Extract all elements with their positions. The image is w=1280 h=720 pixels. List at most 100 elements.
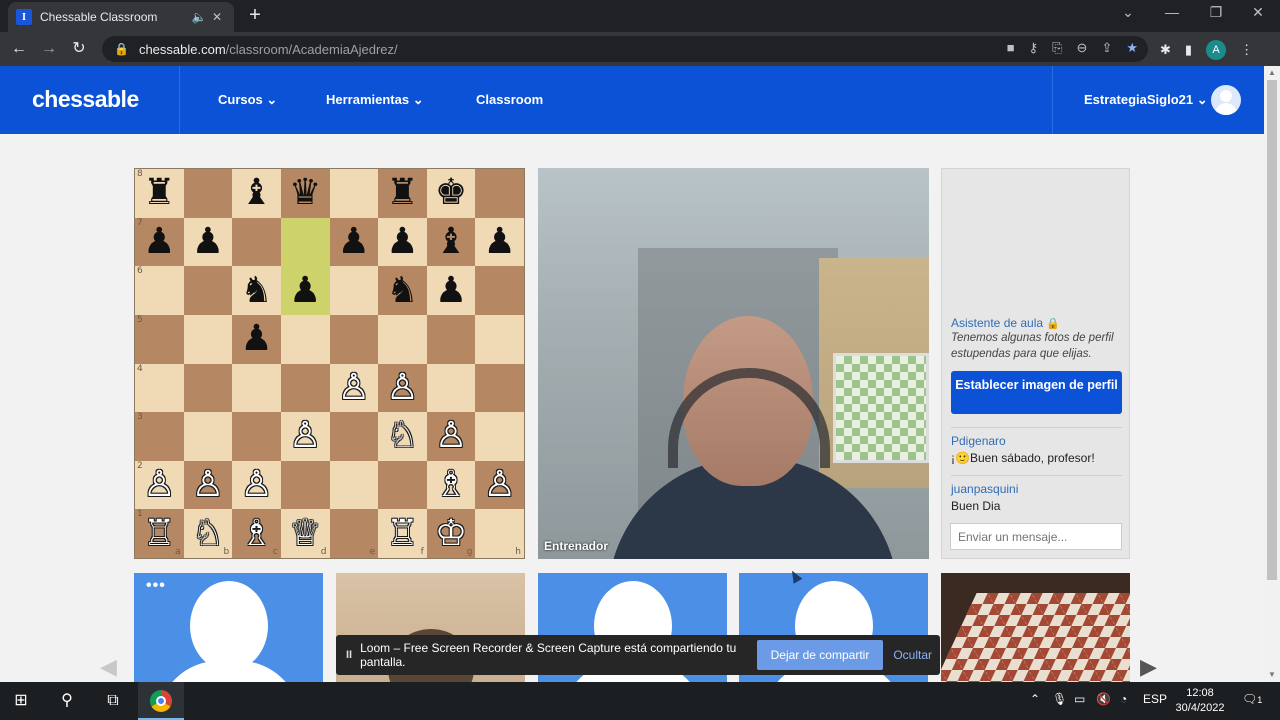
square-f1[interactable]: f ♖ <box>378 509 427 558</box>
square-a6[interactable]: 6 <box>135 266 184 315</box>
square-f5[interactable] <box>378 314 427 364</box>
square-b7[interactable]: ♟ <box>183 217 233 267</box>
white-piece-c2[interactable]: ♙ <box>240 467 272 503</box>
white-piece-d1[interactable]: ♕ <box>289 515 321 552</box>
chat-input[interactable] <box>950 523 1122 550</box>
forward-icon[interactable]: → <box>38 38 60 60</box>
square-c5[interactable]: ♟ <box>232 314 281 364</box>
square-g4[interactable] <box>426 363 476 413</box>
volume-muted-icon[interactable]: 🔇 <box>1096 692 1111 706</box>
square-f7[interactable]: ♟ <box>378 217 427 267</box>
extensions-icon[interactable]: ✱ <box>1160 42 1171 58</box>
square-f6[interactable]: ♞ <box>378 266 427 315</box>
black-piece-c6[interactable]: ♞ <box>240 272 272 309</box>
assistant-title[interactable]: Asistente de aula <box>951 316 1043 330</box>
white-piece-f4[interactable]: ♙ <box>386 369 418 406</box>
black-piece-d8[interactable]: ♛ <box>289 175 321 211</box>
square-h8[interactable] <box>475 169 524 218</box>
square-d2[interactable] <box>280 460 330 510</box>
square-a1[interactable]: 1 a ♖ <box>135 509 184 558</box>
black-piece-f8[interactable]: ♜ <box>386 175 418 211</box>
participant-tile[interactable]: ••• <box>134 573 323 682</box>
white-piece-f1[interactable]: ♖ <box>386 515 418 552</box>
square-b5[interactable] <box>183 314 233 364</box>
square-h7[interactable]: ♟ <box>475 217 524 267</box>
white-piece-a2[interactable]: ♙ <box>143 467 175 503</box>
chess-board[interactable]: 8 ♜ ♝ ♛ ♜ ♚ 7 ♟ ♟ ♟ ♟ ♝ ♟ 6 ♞ ♟ ♞ ♟ 5 ♟ 4 ♙ ♙ 3 ♙ ♘ ♙ 2 ♙ ♙ ♙ ♗ ♙ 1 a ♖ b ♘ c ♗… <box>134 168 525 559</box>
close-tab-icon[interactable]: ✕ <box>208 10 226 24</box>
scroll-up-icon[interactable]: ▲ <box>1267 68 1277 78</box>
prev-arrow-icon[interactable]: ◀ <box>100 654 117 680</box>
search-icon[interactable]: ⚲ <box>56 690 78 712</box>
language-indicator[interactable]: ESP <box>1143 692 1167 706</box>
black-piece-d6[interactable]: ♟ <box>289 272 321 309</box>
square-g6[interactable]: ♟ <box>426 266 476 315</box>
black-piece-a7[interactable]: ♟ <box>143 223 175 260</box>
profile-avatar[interactable]: A <box>1206 40 1227 60</box>
square-e8[interactable] <box>329 169 379 218</box>
black-piece-f7[interactable]: ♟ <box>386 223 418 260</box>
new-tab-button[interactable]: + <box>244 4 266 26</box>
square-a7[interactable]: 7 ♟ <box>135 217 184 267</box>
square-e6[interactable] <box>329 266 379 315</box>
key-icon[interactable]: ⚷ <box>1029 40 1039 56</box>
square-f8[interactable]: ♜ <box>378 169 427 218</box>
square-g2[interactable]: ♗ <box>426 460 476 510</box>
user-avatar[interactable] <box>1211 85 1241 115</box>
square-a2[interactable]: 2 ♙ <box>135 460 184 510</box>
black-piece-c8[interactable]: ♝ <box>240 175 272 211</box>
address-bar[interactable]: 🔒 chessable.com/classroom/AcademiaAjedre… <box>102 36 1148 62</box>
lock-icon[interactable]: 🔒 <box>114 42 129 56</box>
square-a4[interactable]: 4 <box>135 363 184 413</box>
square-e4[interactable]: ♙ <box>329 363 379 413</box>
zoom-icon[interactable]: ⊖ <box>1077 40 1088 56</box>
notifications-icon[interactable]: 🗨1 <box>1242 692 1262 706</box>
square-d6[interactable]: ♟ <box>280 266 330 315</box>
square-c3[interactable] <box>232 412 281 461</box>
set-profile-image-button[interactable]: Establecer imagen de perfil <box>951 371 1122 414</box>
nav-cursos[interactable]: Cursos ⌄ <box>218 92 277 108</box>
square-a8[interactable]: 8 ♜ <box>135 169 184 218</box>
square-g8[interactable]: ♚ <box>426 169 476 218</box>
square-b1[interactable]: b ♘ <box>183 509 233 558</box>
black-piece-g7[interactable]: ♝ <box>435 223 467 260</box>
restore-icon[interactable]: ❐ <box>1196 4 1236 21</box>
hide-button[interactable]: Ocultar <box>893 648 932 662</box>
square-d7[interactable] <box>280 217 330 267</box>
square-d4[interactable] <box>280 363 330 413</box>
white-piece-g2[interactable]: ♗ <box>435 467 467 503</box>
square-c6[interactable]: ♞ <box>232 266 281 315</box>
square-d8[interactable]: ♛ <box>280 169 330 218</box>
square-b3[interactable] <box>183 412 233 461</box>
wifi-icon[interactable]: ◔ <box>1120 692 1127 706</box>
white-piece-g1[interactable]: ♔ <box>435 515 467 552</box>
square-h3[interactable] <box>475 412 524 461</box>
clock[interactable]: 12:08 30/4/2022 <box>1168 686 1232 716</box>
black-piece-e7[interactable]: ♟ <box>338 223 370 260</box>
chat-user[interactable]: Pdigenaro <box>951 434 1006 448</box>
black-piece-f6[interactable]: ♞ <box>386 272 418 309</box>
square-f4[interactable]: ♙ <box>378 363 427 413</box>
black-piece-g6[interactable]: ♟ <box>435 272 467 309</box>
square-e2[interactable] <box>329 460 379 510</box>
page-scrollbar[interactable]: ▲ ▼ <box>1264 66 1280 682</box>
tab-search-icon[interactable]: ⌄ <box>1108 4 1148 21</box>
square-h1[interactable]: h <box>475 509 524 558</box>
square-g3[interactable]: ♙ <box>426 412 476 461</box>
square-e1[interactable]: e <box>329 509 379 558</box>
windows-start-icon[interactable]: ⊞ <box>10 690 32 712</box>
nav-classroom[interactable]: Classroom <box>476 92 543 107</box>
square-d5[interactable] <box>280 314 330 364</box>
sidepanel-icon[interactable]: ▮ <box>1185 42 1192 58</box>
white-piece-d3[interactable]: ♙ <box>289 418 321 454</box>
white-piece-g3[interactable]: ♙ <box>435 418 467 454</box>
back-icon[interactable]: ← <box>8 38 30 60</box>
square-c1[interactable]: c ♗ <box>232 509 281 558</box>
browser-tab[interactable]: I Chessable Classroom 🔈 ✕ <box>8 2 234 32</box>
white-piece-e4[interactable]: ♙ <box>338 369 370 406</box>
white-piece-a1[interactable]: ♖ <box>143 515 175 552</box>
white-piece-h2[interactable]: ♙ <box>484 467 516 503</box>
taskbar-chrome[interactable] <box>138 682 184 720</box>
pause-icon[interactable]: II <box>346 649 352 661</box>
reload-icon[interactable]: ↻ <box>68 38 90 60</box>
